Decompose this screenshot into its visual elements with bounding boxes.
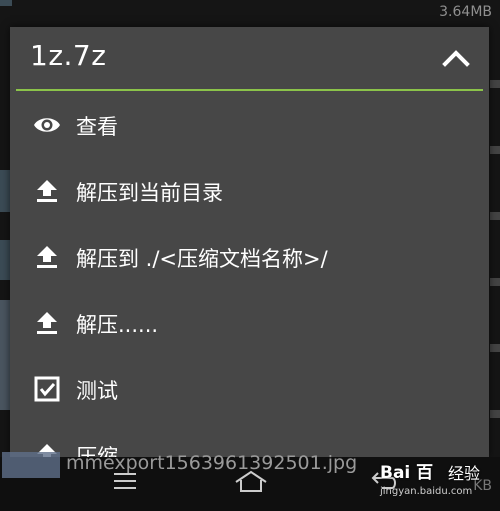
upload-icon	[32, 309, 62, 337]
baidu-logo: Bai 百	[380, 463, 434, 483]
baidu-jingyan-watermark: Bai 百 经验 jingyan.baidu.com	[380, 458, 496, 504]
dialog-header: 1z.7z	[10, 27, 489, 89]
home-icon	[235, 470, 267, 492]
list-marker	[490, 344, 500, 352]
list-marker	[490, 80, 500, 88]
watermark-brand: 经验	[448, 464, 481, 483]
menu-item-label: 解压到 ./<压缩文档名称>/	[76, 247, 328, 271]
upload-icon	[32, 243, 62, 271]
dialog-title: 1z.7z	[30, 39, 107, 72]
eye-icon	[32, 111, 62, 139]
menu-icon	[114, 473, 136, 489]
file-size-label: 3.64MB	[439, 4, 492, 20]
menu-item-test[interactable]: 测试	[10, 355, 489, 421]
watermark-url: jingyan.baidu.com	[380, 486, 473, 497]
list-marker	[490, 410, 500, 418]
menu-item-label: 解压......	[76, 313, 159, 337]
file-thumbnail	[0, 0, 12, 6]
checkbox-icon	[32, 375, 62, 403]
file-thumbnail	[2, 452, 60, 478]
action-menu: 查看 解压到当前目录 解压到 ./<压缩文档名称>/ 解压...... 测试 压…	[10, 91, 489, 457]
menu-item-label: 解压到当前目录	[76, 181, 223, 205]
menu-item-extract-to-folder[interactable]: 解压到 ./<压缩文档名称>/	[10, 223, 489, 289]
menu-item-view[interactable]: 查看	[10, 91, 489, 157]
chevron-up-icon	[442, 50, 470, 67]
list-marker	[490, 278, 500, 286]
collapse-button[interactable]	[441, 45, 471, 71]
list-marker	[490, 212, 500, 220]
list-marker	[490, 146, 500, 154]
upload-icon	[32, 177, 62, 205]
menu-button[interactable]	[112, 470, 138, 496]
menu-item-extract[interactable]: 解压......	[10, 289, 489, 355]
home-button[interactable]	[233, 470, 269, 498]
menu-item-extract-here[interactable]: 解压到当前目录	[10, 157, 489, 223]
menu-item-label: 查看	[76, 115, 118, 139]
archive-context-dialog: 1z.7z 查看 解压到当前目录 解压到 ./<压缩文档名称>/ 解压.....…	[10, 27, 489, 457]
background-file-name: mmexport1563961392501.jpg	[66, 452, 358, 474]
menu-item-label: 测试	[76, 379, 118, 403]
